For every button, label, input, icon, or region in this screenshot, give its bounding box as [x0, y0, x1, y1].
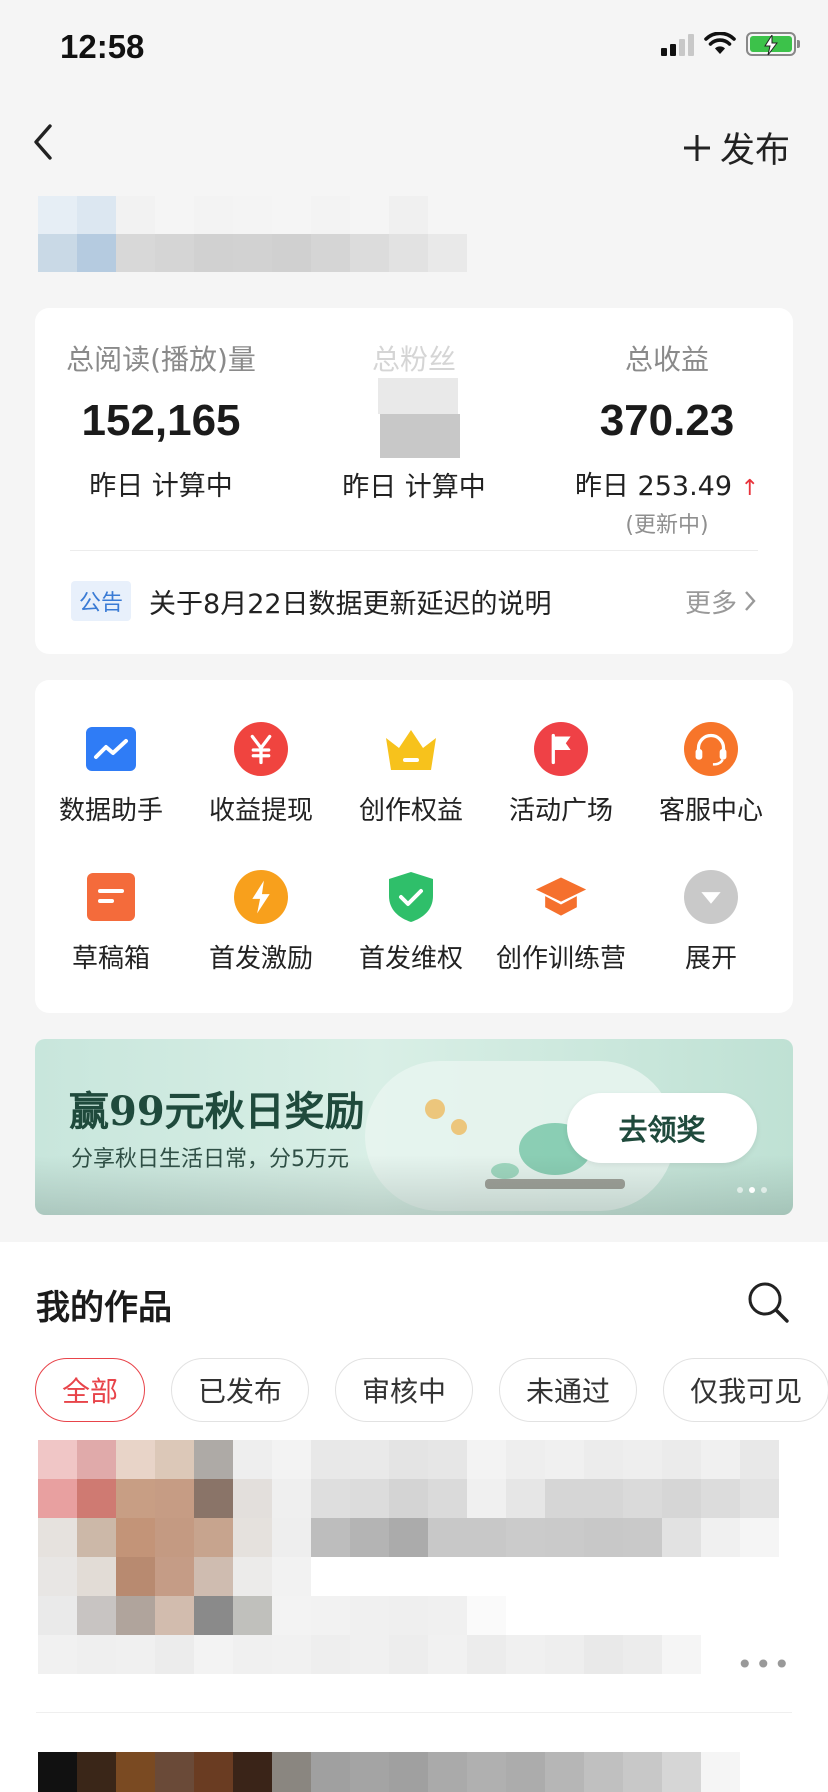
- lightning-icon: [234, 870, 288, 924]
- tool-expand[interactable]: 展开: [636, 870, 786, 975]
- filter-reviewing[interactable]: 审核中: [335, 1358, 474, 1422]
- announcement-more-link[interactable]: 更多: [685, 583, 757, 620]
- tool-label: 创作训练营: [495, 944, 626, 974]
- promo-banner[interactable]: 赢99元秋日奖励 分享秋日生活日常，分5万元 去领奖: [35, 1039, 793, 1215]
- announcement-text[interactable]: 关于8月22日数据更新延迟的说明: [149, 582, 685, 621]
- tool-label: 数据助手: [58, 796, 163, 826]
- tool-withdraw[interactable]: 收益提现: [186, 722, 336, 827]
- flag-icon: [534, 722, 588, 776]
- claim-reward-button[interactable]: 去领奖: [567, 1093, 757, 1163]
- tool-data-assistant[interactable]: 数据助手: [36, 722, 186, 827]
- fans-blur-top: [378, 378, 458, 414]
- my-works-title: 我的作品: [36, 1288, 172, 1328]
- tool-drafts[interactable]: 草稿箱: [36, 870, 186, 975]
- total-income-yesterday: 昨日 253.49 ↑: [541, 464, 793, 503]
- tool-first-publish-incentive[interactable]: 首发激励: [186, 870, 336, 975]
- works-filter-tabs: 全部 已发布 审核中 未通过 仅我可见: [35, 1358, 828, 1422]
- work-item-blurred-2[interactable]: [38, 1752, 818, 1792]
- announcement-row[interactable]: 公告 关于8月22日数据更新延迟的说明 更多: [71, 576, 757, 626]
- tool-first-publish-rights[interactable]: 首发维权: [336, 870, 486, 975]
- filter-published[interactable]: 已发布: [171, 1358, 310, 1422]
- arrow-up-icon: ↑: [740, 476, 760, 501]
- total-fans-yesterday: 昨日 计算中: [342, 472, 486, 503]
- total-income-stat[interactable]: 总收益 370.23 昨日 253.49 ↑ (更新中): [541, 338, 793, 539]
- plus-icon: [683, 134, 710, 161]
- more-options-icon[interactable]: •••: [736, 1648, 792, 1681]
- income-update-note: (更新中): [625, 513, 709, 538]
- banner-title: 赢99元秋日奖励: [69, 1088, 365, 1135]
- chevron-right-icon: [745, 591, 756, 611]
- total-reads-label: 总阅读(播放)量: [66, 343, 256, 376]
- total-fans-label: 总粉丝: [371, 343, 456, 376]
- wifi-icon: [704, 32, 736, 54]
- crown-icon: [384, 722, 438, 776]
- yuan-icon: [234, 722, 288, 776]
- stats-card: 总阅读(播放)量 152,165 昨日 计算中 总粉丝 昨日 计算中 总收益 3…: [35, 308, 793, 654]
- income-yesterday-prefix: 昨日: [574, 471, 629, 502]
- chart-icon: [84, 722, 138, 776]
- filter-private[interactable]: 仅我可见: [663, 1358, 828, 1422]
- graduation-cap-icon: [534, 870, 588, 924]
- tool-label: 首发维权: [358, 944, 463, 974]
- tool-label: 客服中心: [658, 796, 763, 826]
- banner-pagination: [737, 1187, 767, 1193]
- total-income-value: 370.23: [599, 396, 735, 445]
- total-reads-yesterday: 昨日 计算中: [89, 471, 233, 502]
- draft-icon: [84, 870, 138, 924]
- fans-blur-bottom: [380, 414, 460, 458]
- publish-label: 发布: [719, 131, 790, 171]
- status-time: 12:58: [60, 28, 145, 65]
- status-icons: [661, 32, 800, 56]
- item-divider: [36, 1712, 792, 1713]
- filter-all[interactable]: 全部: [35, 1358, 146, 1422]
- total-reads-value: 152,165: [81, 396, 241, 445]
- headset-icon: [684, 722, 738, 776]
- income-yesterday-value: 253.49: [637, 471, 733, 502]
- announcement-tag: 公告: [71, 581, 132, 621]
- total-income-label: 总收益: [624, 343, 709, 376]
- publish-button[interactable]: 发布: [682, 122, 790, 173]
- shield-check-icon: [384, 870, 438, 924]
- stats-divider: [70, 550, 758, 551]
- tools-card: 数据助手 收益提现 创作权益 活动广场 客服中心 草稿箱 首发激励 首发维权 创…: [35, 680, 793, 1013]
- tool-label: 创作权益: [358, 796, 463, 826]
- tool-label: 展开: [684, 944, 737, 974]
- tool-label: 活动广场: [508, 796, 613, 826]
- total-fans-stat[interactable]: 总粉丝 昨日 计算中: [288, 338, 540, 504]
- battery-icon: [746, 32, 800, 56]
- total-reads-stat[interactable]: 总阅读(播放)量 152,165 昨日 计算中: [35, 338, 287, 503]
- tool-activity-square[interactable]: 活动广场: [486, 722, 636, 827]
- tool-label: 首发激励: [208, 944, 313, 974]
- announcement-more-label: 更多: [684, 588, 737, 619]
- tool-creator-camp[interactable]: 创作训练营: [486, 870, 636, 975]
- signal-icon: [661, 32, 694, 56]
- banner-subtitle: 分享秋日生活日常，分5万元: [71, 1147, 349, 1172]
- tool-label: 收益提现: [208, 796, 313, 826]
- tool-label: 草稿箱: [71, 944, 150, 974]
- expand-icon: [684, 870, 738, 924]
- filter-rejected[interactable]: 未通过: [499, 1358, 638, 1422]
- work-item-blurred[interactable]: [38, 1440, 818, 1674]
- status-bar: 12:58: [0, 0, 828, 100]
- tool-customer-service[interactable]: 客服中心: [636, 722, 786, 827]
- back-icon[interactable]: [26, 118, 66, 166]
- search-icon[interactable]: [746, 1280, 790, 1324]
- account-header-blurred: [38, 196, 468, 272]
- tool-creator-benefits[interactable]: 创作权益: [336, 722, 486, 827]
